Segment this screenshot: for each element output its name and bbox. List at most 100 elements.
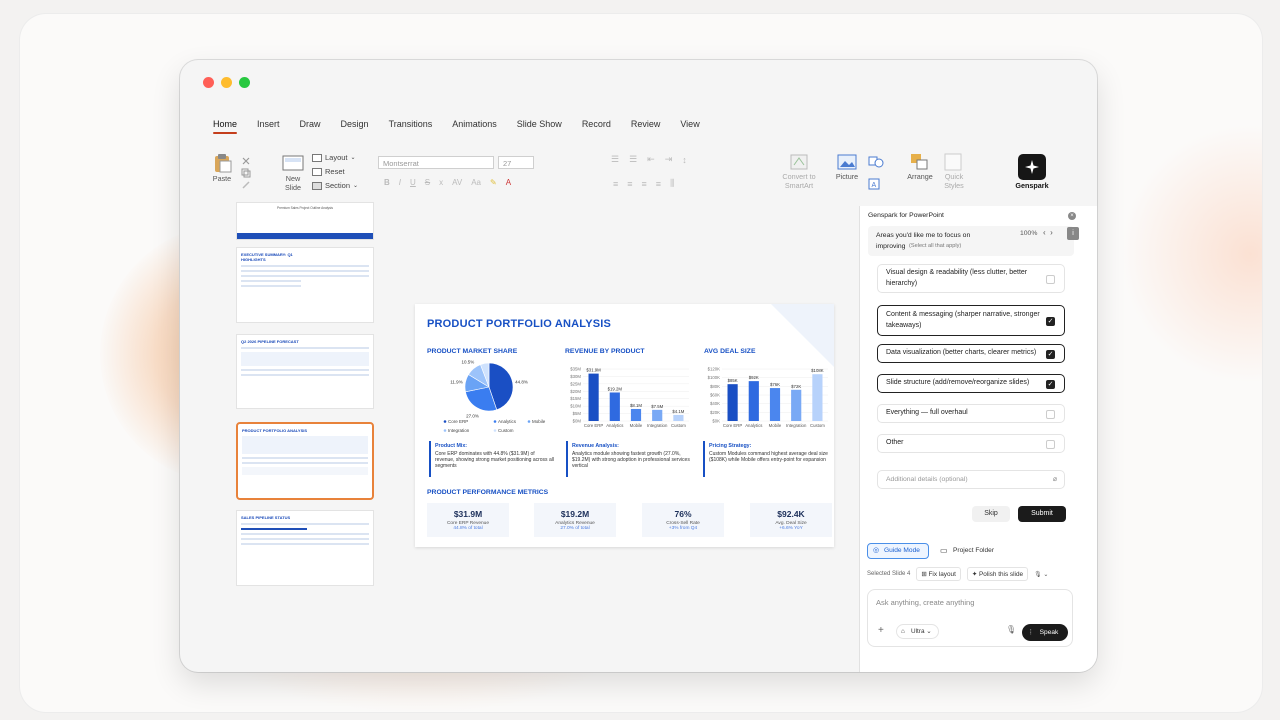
metric-sub: 44.8% of total [453, 526, 483, 531]
justify-icon[interactable]: ≡ [656, 179, 661, 189]
y-tick-label: $35M [570, 367, 581, 372]
underline-icon[interactable]: U [410, 178, 416, 187]
option-item[interactable]: Other [877, 434, 1065, 453]
checkbox[interactable] [1046, 274, 1055, 284]
chevron-right-icon[interactable]: › [1050, 228, 1053, 237]
tab-home[interactable]: Home [213, 119, 238, 134]
zoom-window-button[interactable] [239, 77, 250, 88]
slide-canvas[interactable]: PRODUCT PORTFOLIO ANALYSIS PRODUCT MARKE… [415, 304, 834, 547]
arrange-button[interactable]: Arrange [904, 153, 936, 182]
checkbox[interactable] [1046, 409, 1055, 419]
additional-details-input[interactable]: Additional details (optional) ⌀ [877, 470, 1065, 489]
thumbnail-banner [237, 233, 373, 239]
option-item[interactable]: Data visualization (better charts, clear… [877, 344, 1065, 363]
font-size-select[interactable]: 27 [498, 156, 534, 169]
arrange-label: Arrange [907, 172, 933, 181]
bar [673, 414, 684, 421]
layout-button[interactable]: Layout ⌄ [312, 153, 356, 162]
tab-insert[interactable]: Insert [257, 119, 280, 133]
align-left-icon[interactable]: ≡ [613, 179, 618, 189]
insight-title: Revenue Analysis: [572, 443, 619, 449]
genspark-button[interactable]: Genspark [1014, 154, 1050, 191]
fix-layout-button[interactable]: ⊞ Fix layout [916, 567, 961, 581]
tab-review[interactable]: Review [631, 119, 661, 133]
polish-slide-button[interactable]: ✦ Polish this slide [966, 567, 1029, 581]
option-item[interactable]: Content & messaging (sharper narrative, … [877, 305, 1065, 336]
strikethrough-icon[interactable]: S [425, 178, 430, 187]
slide-thumbnail-4[interactable]: PRODUCT PORTFOLIO ANALYSIS [236, 422, 374, 500]
tab-draw[interactable]: Draw [300, 119, 321, 133]
tab-view[interactable]: View [680, 119, 699, 133]
italic-icon[interactable]: I [399, 178, 401, 187]
numbering-icon[interactable]: ☰ [629, 154, 637, 165]
info-icon[interactable]: i [1067, 227, 1079, 240]
slide-thumbnail-3[interactable]: Q2 2026 PIPELINE FORECAST [236, 334, 374, 409]
ask-placeholder: Ask anything, create anything [876, 598, 975, 607]
option-item[interactable]: Everything — full overhaul [877, 404, 1065, 423]
change-case-icon[interactable]: Aa [471, 178, 481, 187]
minimize-window-button[interactable] [221, 77, 232, 88]
guide-mode-button[interactable]: ◎ Guide Mode [867, 543, 929, 559]
section-market-share: PRODUCT MARKET SHARE [427, 348, 518, 355]
picture-button[interactable]: Picture [832, 153, 862, 182]
char-spacing-icon[interactable]: AV [452, 178, 462, 187]
y-tick-label: $10M [570, 404, 581, 409]
insight-card: Product Mix: Core ERP dominates with 44.8… [429, 441, 558, 477]
section-button[interactable]: Section ⌄ [312, 181, 358, 190]
project-folder-button[interactable]: ▭ Project Folder [940, 543, 994, 559]
convert-smartart-button[interactable]: Convert to SmartArt [778, 153, 820, 190]
decrease-indent-icon[interactable]: ⇤ [647, 154, 655, 165]
ask-input[interactable]: Ask anything, create anything + ⌂ Ultra ⌄… [867, 589, 1073, 647]
close-window-button[interactable] [203, 77, 214, 88]
copy-icon[interactable] [241, 168, 251, 178]
paste-button[interactable]: Paste [208, 153, 236, 184]
checkbox[interactable]: ✓ [1046, 349, 1055, 359]
attach-icon[interactable]: ⌀ [1053, 475, 1057, 483]
quick-styles-button[interactable]: Quick Styles [940, 153, 968, 190]
chevron-left-icon[interactable]: ‹ [1043, 228, 1046, 237]
tab-transitions[interactable]: Transitions [389, 119, 433, 133]
line-spacing-icon[interactable]: ↕ [682, 155, 687, 165]
new-slide-button[interactable]: New Slide [279, 153, 307, 192]
tab-design[interactable]: Design [341, 119, 369, 133]
textbox-icon[interactable]: A [868, 178, 880, 190]
skip-button[interactable]: Skip [972, 506, 1010, 522]
font-name-select[interactable]: Montserrat [378, 156, 494, 169]
slide-thumbnail-1[interactable]: Premium Sales Project Outline Analysis [236, 202, 374, 240]
speak-button[interactable]: ⦙ Speak [1022, 624, 1068, 641]
highlight-icon[interactable]: ✎ [490, 178, 497, 187]
model-select[interactable]: ⌂ Ultra ⌄ [896, 624, 939, 639]
chevron-down-icon: ⌄ [350, 155, 356, 161]
close-icon[interactable]: × [1068, 212, 1076, 220]
option-item[interactable]: Visual design & readability (less clutte… [877, 264, 1065, 293]
align-center-icon[interactable]: ≡ [627, 179, 632, 189]
shapes-icon[interactable] [868, 156, 884, 168]
option-item[interactable]: Slide structure (add/remove/reorganize s… [877, 374, 1065, 393]
arrange-icon [911, 154, 928, 170]
tab-slide-show[interactable]: Slide Show [517, 119, 562, 133]
x-tick-label: Integration [647, 423, 668, 428]
submit-button[interactable]: Submit [1018, 506, 1066, 522]
columns-icon[interactable]: ⫼ [670, 178, 674, 189]
microphone-icon[interactable]: 🎙︎ [1006, 625, 1016, 634]
bar [791, 389, 802, 421]
checkbox[interactable]: ✓ [1046, 316, 1055, 326]
mic-icon[interactable]: 🎙︎ ⌄ [1034, 571, 1048, 578]
add-icon[interactable]: + [878, 625, 884, 636]
checkbox[interactable]: ✓ [1046, 379, 1055, 389]
slide-thumbnail-5[interactable]: SALES PIPELINE STATUS [236, 510, 374, 586]
align-right-icon[interactable]: ≡ [642, 179, 647, 189]
reset-button[interactable]: Reset [312, 167, 345, 176]
font-color-icon[interactable]: A [506, 178, 511, 187]
insight-card: Revenue Analysis: Analytics module showin… [566, 441, 695, 477]
checkbox[interactable] [1046, 439, 1055, 449]
tab-record[interactable]: Record [582, 119, 611, 133]
cut-icon[interactable] [241, 156, 251, 166]
slide-thumbnail-2[interactable]: EXECUTIVE SUMMARY: Q1 HIGHLIGHTS [236, 247, 374, 323]
bullets-icon[interactable]: ☰ [611, 154, 619, 165]
format-painter-icon[interactable] [241, 180, 251, 190]
clear-format-icon[interactable]: x [439, 178, 443, 187]
bold-icon[interactable]: B [384, 178, 390, 187]
tab-animations[interactable]: Animations [452, 119, 497, 133]
increase-indent-icon[interactable]: ⇥ [665, 154, 673, 165]
